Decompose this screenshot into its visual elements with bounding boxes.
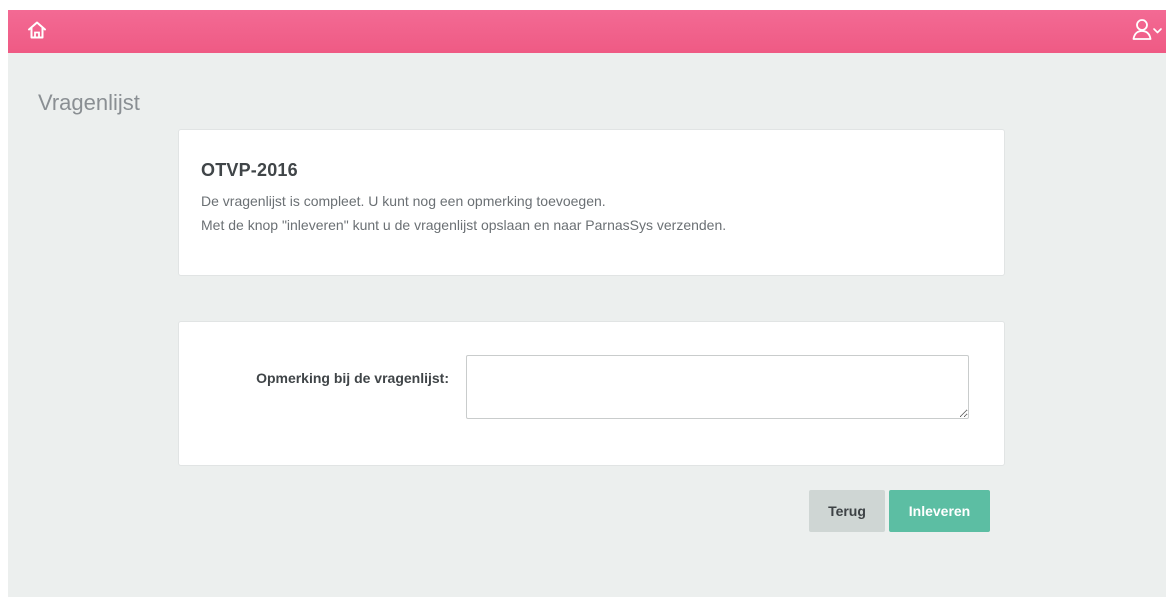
- user-icon: [1132, 19, 1162, 40]
- submit-button[interactable]: Inleveren: [889, 490, 990, 532]
- page-title: Vragenlijst: [38, 90, 140, 115]
- info-text-submit: Met de knop "inleveren" kunt u de vragen…: [201, 217, 727, 233]
- info-card: OTVP-2016 De vragenlijst is compleet. U …: [178, 129, 1005, 276]
- remark-label: Opmerking bij de vragenlijst:: [256, 370, 449, 386]
- info-text-complete: De vragenlijst is compleet. U kunt nog e…: [201, 193, 606, 209]
- questionnaire-title: OTVP-2016: [201, 160, 298, 180]
- user-menu[interactable]: [1132, 16, 1166, 44]
- app-frame: Vragenlijst OTVP-2016 De vragenlijst is …: [8, 10, 1166, 597]
- top-bar: [8, 10, 1166, 53]
- home-icon[interactable]: [26, 19, 48, 41]
- remark-card: Opmerking bij de vragenlijst:: [178, 321, 1005, 466]
- back-button[interactable]: Terug: [809, 490, 885, 532]
- remark-textarea[interactable]: [466, 355, 969, 419]
